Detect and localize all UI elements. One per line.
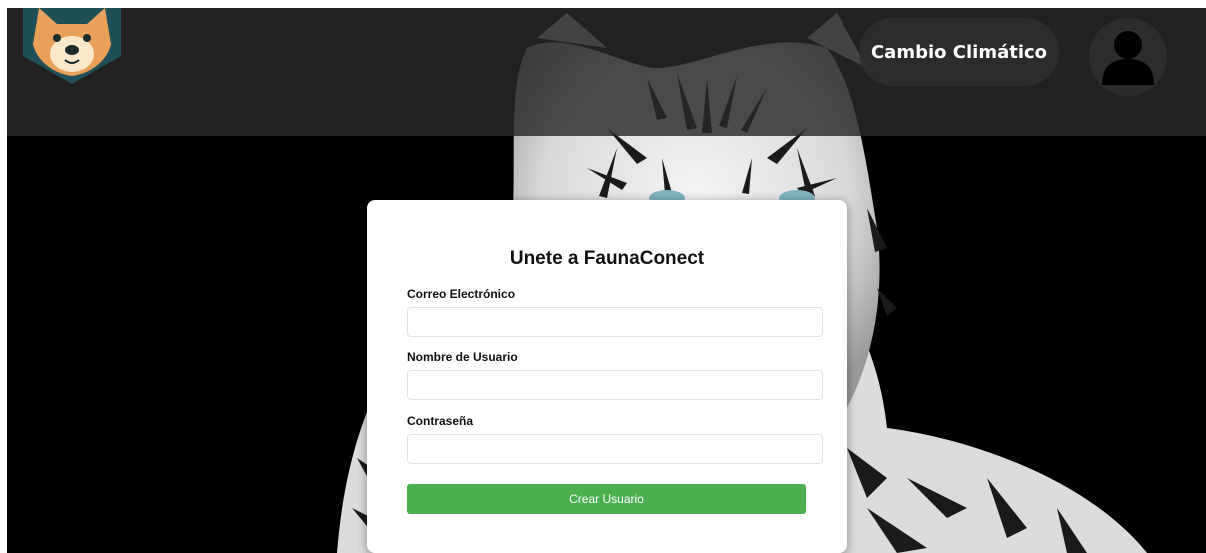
form-title: Unete a FaunaConect — [509, 248, 705, 269]
climate-change-nav-link[interactable]: Cambio Climático — [859, 18, 1059, 86]
top-header: Cambio Climático — [7, 8, 1206, 136]
username-label: Nombre de Usuario — [407, 350, 518, 364]
profile-button[interactable] — [1089, 18, 1167, 96]
dog-face-logo-icon[interactable] — [17, 8, 127, 84]
password-field[interactable] — [407, 434, 823, 464]
signup-card: Unete a FaunaConect Correo Electrónico N… — [367, 200, 847, 553]
username-field[interactable] — [407, 370, 823, 400]
email-label: Correo Electrónico — [407, 287, 516, 301]
create-user-button[interactable]: Crear Usuario — [407, 484, 806, 514]
page-viewport: Cambio Climático Unete a FaunaConect Cor… — [7, 8, 1206, 553]
email-field[interactable] — [407, 307, 823, 337]
password-label: Contraseña — [407, 414, 474, 428]
user-icon — [1102, 31, 1154, 85]
